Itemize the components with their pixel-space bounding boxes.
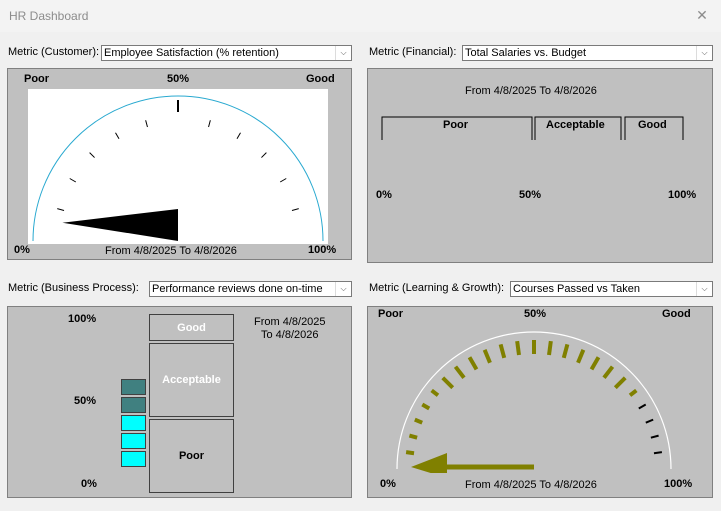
business-max-label: 100% bbox=[68, 313, 97, 325]
customer-mid-label: 50% bbox=[167, 73, 190, 85]
learning-gauge-tick bbox=[441, 376, 455, 390]
customer-metric-value: Employee Satisfaction (% retention) bbox=[104, 47, 279, 59]
business-good-label: Good bbox=[177, 321, 206, 334]
customer-gauge bbox=[28, 89, 328, 244]
learning-gauge-tick bbox=[515, 340, 521, 356]
business-poor-label: Poor bbox=[178, 450, 205, 462]
learning-gauge-tick bbox=[414, 417, 423, 425]
business-min-label: 0% bbox=[81, 478, 97, 490]
learning-gauge-tick bbox=[547, 340, 553, 356]
financial-good-label: Good bbox=[638, 119, 667, 131]
customer-good-label: Good bbox=[306, 73, 335, 85]
learning-metric-select[interactable]: Courses Passed vs Taken ⌵ bbox=[510, 281, 713, 297]
business-level-block bbox=[121, 415, 146, 431]
business-good-band: Good bbox=[149, 314, 234, 341]
learning-gauge-tick bbox=[638, 403, 647, 410]
learning-gauge-tick bbox=[613, 376, 627, 390]
learning-metric-value: Courses Passed vs Taken bbox=[513, 283, 640, 295]
learning-mid-label: 50% bbox=[524, 308, 547, 320]
learning-gauge bbox=[396, 331, 672, 473]
financial-max-label: 100% bbox=[668, 189, 697, 201]
business-date-from: From 4/8/2025 bbox=[254, 316, 326, 328]
learning-gauge-tick bbox=[645, 418, 654, 424]
business-acceptable-label: Acceptable bbox=[162, 374, 221, 386]
learning-max-label: 100% bbox=[664, 478, 693, 490]
learning-gauge-tick bbox=[628, 388, 638, 397]
chevron-down-icon[interactable]: ⌵ bbox=[335, 46, 351, 60]
business-level-block bbox=[121, 433, 146, 449]
learning-gauge-tick bbox=[405, 450, 415, 456]
financial-date-range: From 4/8/2025 To 4/8/2026 bbox=[465, 85, 597, 97]
customer-gauge-panel: Poor 50% Good 0% From 4/8/2025 To 4/8/20… bbox=[7, 68, 352, 260]
customer-metric-label: Metric (Customer): bbox=[8, 46, 100, 58]
business-metric-select[interactable]: Performance reviews done on-time ⌵ bbox=[149, 281, 352, 297]
customer-date-range: From 4/8/2025 To 4/8/2026 bbox=[105, 245, 237, 257]
financial-poor-label: Poor bbox=[443, 119, 469, 131]
learning-metric-label: Metric (Learning & Growth): bbox=[369, 282, 505, 294]
learning-gauge-tick bbox=[430, 388, 440, 397]
learning-gauge-tick bbox=[576, 349, 586, 364]
business-date-to: To 4/8/2026 bbox=[261, 329, 319, 341]
financial-metric-value: Total Salaries vs. Budget bbox=[465, 47, 587, 59]
learning-needle-head bbox=[411, 453, 447, 473]
financial-min-label: 0% bbox=[376, 189, 392, 201]
customer-poor-label: Poor bbox=[24, 73, 50, 85]
learning-gauge-needle bbox=[411, 453, 534, 473]
business-level-block bbox=[121, 397, 146, 413]
learning-gauge-tick bbox=[602, 365, 615, 379]
learning-gauge-tick bbox=[482, 349, 492, 364]
business-level-block bbox=[121, 451, 146, 467]
learning-good-label: Good bbox=[662, 308, 691, 320]
customer-metric-select[interactable]: Employee Satisfaction (% retention) ⌵ bbox=[101, 45, 352, 61]
learning-gauge-tick bbox=[453, 365, 466, 379]
chevron-down-icon[interactable]: ⌵ bbox=[696, 282, 712, 296]
financial-scale-panel: From 4/8/2025 To 4/8/2026 Poor Acceptabl… bbox=[367, 68, 713, 263]
close-icon[interactable]: ✕ bbox=[691, 4, 713, 26]
learning-gauge-tick bbox=[561, 343, 570, 359]
learning-date-range: From 4/8/2025 To 4/8/2026 bbox=[465, 479, 597, 491]
business-poor-band: Poor bbox=[149, 419, 234, 493]
business-metric-value: Performance reviews done on-time bbox=[152, 283, 323, 295]
learning-gauge-tick bbox=[408, 433, 418, 440]
learning-gauge-tick bbox=[498, 343, 507, 359]
financial-metric-select[interactable]: Total Salaries vs. Budget ⌵ bbox=[462, 45, 713, 61]
window-title: HR Dashboard bbox=[9, 9, 89, 23]
learning-gauge-tick bbox=[421, 402, 431, 411]
learning-gauge-tick bbox=[650, 434, 659, 439]
learning-poor-label: Poor bbox=[378, 308, 404, 320]
learning-gauge-panel: Poor 50% Good 0% From 4/8/2025 To 4/8/20… bbox=[367, 306, 713, 498]
learning-gauge-tick bbox=[653, 451, 663, 455]
customer-max-label: 100% bbox=[308, 244, 337, 256]
customer-min-label: 0% bbox=[14, 244, 30, 256]
business-metric-label: Metric (Business Process): bbox=[8, 282, 139, 294]
business-level-block bbox=[121, 379, 146, 395]
chevron-down-icon[interactable]: ⌵ bbox=[335, 282, 351, 296]
financial-metric-label: Metric (Financial): bbox=[369, 46, 457, 58]
learning-gauge-tick bbox=[467, 356, 479, 371]
title-bar: HR Dashboard ✕ bbox=[0, 0, 721, 32]
chevron-down-icon[interactable]: ⌵ bbox=[696, 46, 712, 60]
business-mid-label: 50% bbox=[74, 395, 97, 407]
business-bar-panel: 100% 50% 0% Good Acceptable Poor From 4/… bbox=[7, 306, 352, 498]
financial-acceptable-label: Acceptable bbox=[546, 119, 605, 131]
learning-gauge-tick bbox=[589, 356, 601, 371]
learning-min-label: 0% bbox=[380, 478, 396, 490]
financial-mid-label: 50% bbox=[519, 189, 542, 201]
learning-gauge-ticks bbox=[405, 340, 663, 456]
business-acceptable-band: Acceptable bbox=[149, 343, 234, 417]
